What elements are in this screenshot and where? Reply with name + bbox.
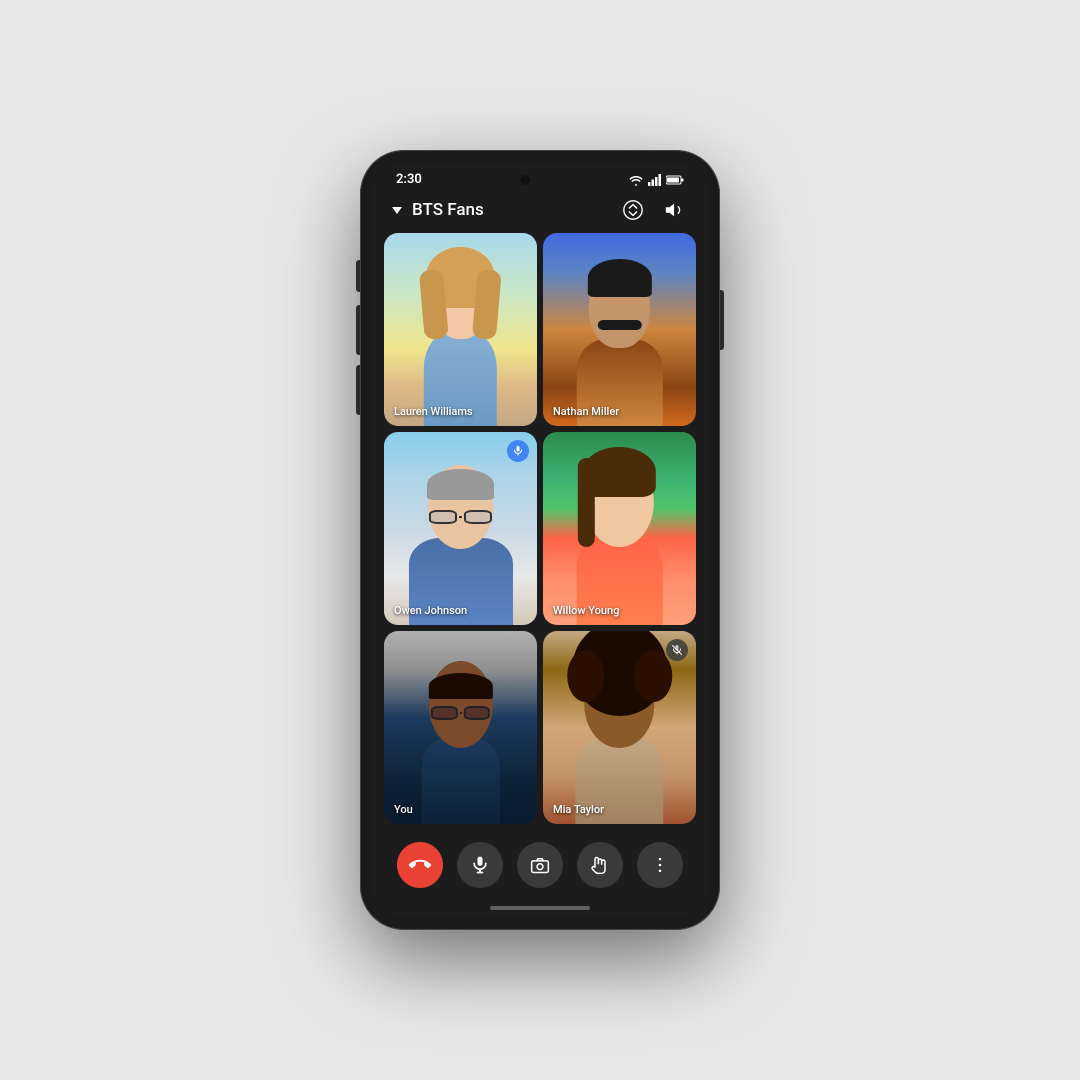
hand-icon	[590, 855, 610, 875]
video-tile-owen[interactable]: Owen Johnson	[384, 432, 537, 625]
volume-up-button[interactable]	[356, 305, 360, 355]
mute-button[interactable]	[457, 842, 503, 888]
video-tile-lauren[interactable]: Lauren Williams	[384, 233, 537, 426]
chevron-down-icon	[392, 207, 402, 214]
tile-name-owen: Owen Johnson	[394, 604, 467, 617]
silent-switch[interactable]	[356, 260, 360, 292]
camera-notch	[520, 175, 530, 185]
more-vertical-icon	[650, 855, 670, 875]
call-title-section[interactable]: BTS Fans	[392, 200, 484, 220]
speaker-icon	[664, 199, 686, 221]
end-call-button[interactable]	[397, 842, 443, 888]
camera-flip-button[interactable]	[620, 197, 646, 223]
volume-down-button[interactable]	[356, 365, 360, 415]
tile-name-you: You	[394, 803, 413, 816]
tile-name-mia: Mia Taylor	[553, 803, 604, 816]
call-group-name: BTS Fans	[412, 200, 484, 220]
battery-icon	[666, 175, 684, 185]
home-indicator[interactable]	[490, 906, 590, 910]
microphone-icon	[470, 855, 490, 875]
video-tile-mia[interactable]: Mia Taylor	[543, 631, 696, 824]
power-button[interactable]	[720, 290, 724, 350]
mute-badge-mia	[666, 639, 688, 661]
status-time: 2:30	[396, 172, 422, 187]
raise-hand-button[interactable]	[577, 842, 623, 888]
video-grid: Lauren Williams	[372, 233, 708, 832]
mic-waves-icon	[512, 445, 524, 457]
tile-name-willow: Willow Young	[553, 604, 619, 617]
tile-name-lauren: Lauren Williams	[394, 405, 473, 418]
wifi-icon	[628, 174, 644, 186]
signal-icon	[648, 174, 662, 186]
tile-name-nathan: Nathan Miller	[553, 405, 619, 418]
call-controls	[372, 832, 708, 902]
speaker-button[interactable]	[662, 197, 688, 223]
video-tile-you[interactable]: You	[384, 631, 537, 824]
camera-button[interactable]	[517, 842, 563, 888]
video-tile-willow[interactable]: Willow Young	[543, 432, 696, 625]
status-icons	[628, 174, 684, 186]
camera-flip-icon	[622, 199, 644, 221]
end-call-icon	[409, 854, 431, 876]
call-header: BTS Fans	[372, 191, 708, 233]
muted-mic-icon	[671, 644, 683, 656]
phone-screen: 2:30	[372, 162, 708, 918]
phone-device: 2:30	[360, 150, 720, 930]
video-tile-nathan[interactable]: Nathan Miller	[543, 233, 696, 426]
camera-icon	[530, 855, 550, 875]
call-header-actions	[620, 197, 688, 223]
speaking-badge-owen	[507, 440, 529, 462]
more-options-button[interactable]	[637, 842, 683, 888]
status-bar: 2:30	[372, 162, 708, 191]
